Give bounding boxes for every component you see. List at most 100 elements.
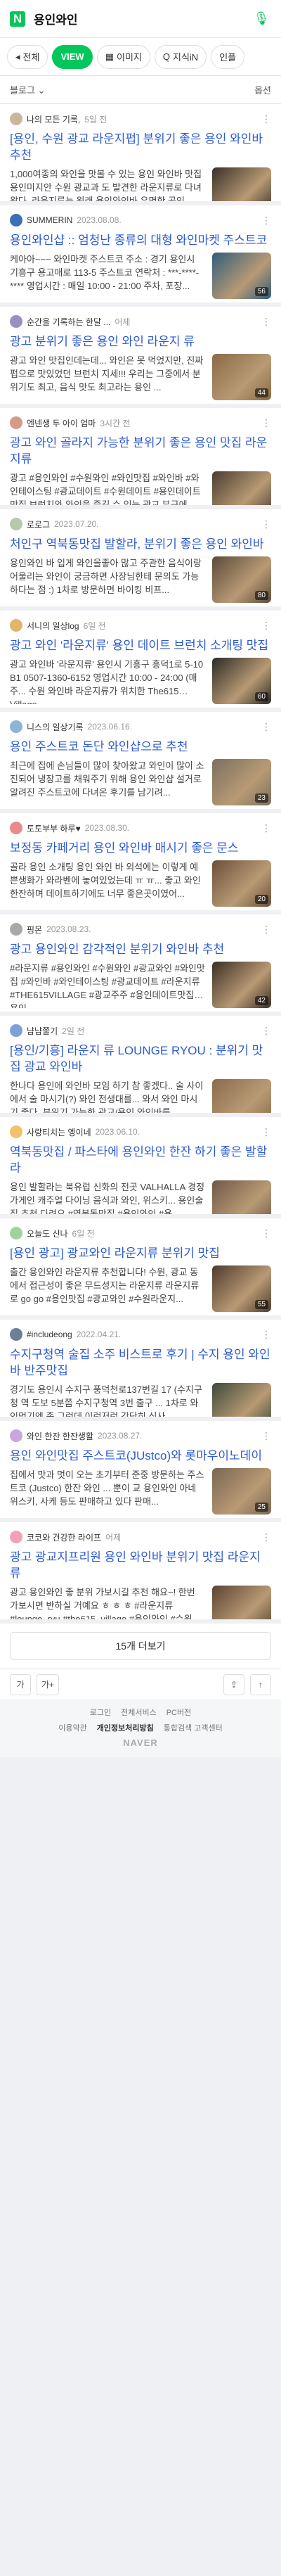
footer-pc-link[interactable]: PC버전: [166, 1707, 192, 1718]
more-options-icon[interactable]: ⋮: [261, 1025, 271, 1037]
post-snippet[interactable]: 광고 용인와인 좋 분위 가보시길 추천 해요~! 한번 가보시면 반하실 거예…: [10, 1586, 205, 1619]
avatar[interactable]: [10, 1227, 22, 1239]
post-title[interactable]: 광고 용인와인 감각적인 분위기 와인바 추천: [10, 941, 271, 957]
post-title[interactable]: [용인, 수원 광교 라운지펍] 분위기 좋은 용인 와인바 추천: [10, 131, 271, 163]
post-author[interactable]: 오늘도 신나: [27, 1228, 68, 1239]
more-options-icon[interactable]: ⋮: [261, 1430, 271, 1442]
post-snippet[interactable]: 광고 #용인와인 #수원와인 #와인맛집 #와인바 #와인테이스팅 #광교데이트…: [10, 471, 205, 505]
post-thumbnail[interactable]: 23: [212, 759, 271, 805]
avatar[interactable]: [10, 1024, 22, 1037]
more-options-icon[interactable]: ⋮: [261, 721, 271, 733]
more-options-icon[interactable]: ⋮: [261, 1126, 271, 1138]
avatar[interactable]: [10, 315, 22, 328]
post-title[interactable]: 광고 와인 골라지 가능한 분위기 좋은 용인 맛집 라운지류: [10, 435, 271, 467]
avatar[interactable]: [10, 822, 22, 834]
post-author[interactable]: 로로그: [27, 518, 50, 530]
post-thumbnail[interactable]: 25: [212, 1468, 271, 1515]
more-options-icon[interactable]: ⋮: [261, 1329, 271, 1341]
blog-filter-dropdown[interactable]: 블로그 ⌄: [10, 83, 45, 96]
scroll-top-icon[interactable]: ↑: [250, 1673, 271, 1695]
footer-services-link[interactable]: 전체서비스: [121, 1707, 157, 1718]
list-item[interactable]: 토토부부 하루♥ 2023.08.30. ⋮ 보정동 카페거리 용인 와인바 매…: [0, 813, 281, 914]
post-title[interactable]: 보정동 카페거리 용인 와인바 매시기 좋은 문스: [10, 840, 271, 856]
list-item[interactable]: SUMMERIN 2023.08.08. ⋮ 용인와인샵 :: 엄청난 종류의 …: [0, 205, 281, 307]
post-author[interactable]: 니스의 일상기록: [27, 721, 84, 733]
list-item[interactable]: 서니의 일상log 6일 전 ⋮ 광고 와인 '라운지류' 용인 데이트 브런치…: [0, 611, 281, 712]
post-snippet[interactable]: 광고 와인바 '라운지류' 용인시 기흥구 흥덕1로 5-10 B1 0507-…: [10, 658, 205, 704]
list-item[interactable]: 사랑티치는 엥이네 2023.06.10. ⋮ 역북동맛집 / 파스타에 용인와…: [0, 1117, 281, 1218]
naver-logo[interactable]: N: [10, 11, 25, 27]
avatar[interactable]: [10, 923, 22, 936]
post-thumbnail[interactable]: 55: [212, 1180, 271, 1214]
list-item[interactable]: 로로그 2023.07.20. ⋮ 처인구 역북동맛집 발할라, 분위기 좋은 …: [0, 509, 281, 611]
post-title[interactable]: 광고 와인 '라운지류' 용인 데이트 브런치 소개팅 맛집: [10, 637, 271, 653]
tab-kin[interactable]: Q 지식iN: [154, 44, 207, 69]
post-snippet[interactable]: 경기도 용인시 수지구 풍덕천로137번길 17 (수지구청 역 도보 5분쯤 …: [10, 1383, 205, 1417]
avatar[interactable]: [10, 1328, 22, 1341]
font-size-small-button[interactable]: 가: [10, 1673, 31, 1695]
post-thumbnail[interactable]: 80: [212, 556, 271, 603]
post-author[interactable]: 와인 한잔 한잔생활: [27, 1430, 93, 1442]
post-thumbnail[interactable]: 56: [212, 1586, 271, 1619]
voice-search-icon[interactable]: 🎙: [251, 9, 271, 29]
more-options-icon[interactable]: ⋮: [261, 417, 271, 429]
avatar[interactable]: [10, 720, 22, 733]
list-item[interactable]: 핑몬 2023.08.23. ⋮ 광고 용인와인 감각적인 분위기 와인바 추천…: [0, 914, 281, 1016]
post-author[interactable]: 냠냠쭐기: [27, 1025, 58, 1037]
post-author[interactable]: #includeong: [27, 1330, 72, 1339]
list-item[interactable]: 나의 모든 기록, 5일 전 ⋮ [용인, 수원 광교 라운지펍] 분위기 좋은…: [0, 104, 281, 205]
avatar[interactable]: [10, 214, 22, 227]
more-options-icon[interactable]: ⋮: [261, 518, 271, 530]
avatar[interactable]: [10, 1531, 22, 1543]
post-title[interactable]: 용인와인샵 :: 엄청난 종류의 대형 와인마켓 주스트코: [10, 232, 271, 248]
list-item[interactable]: 와인 한잔 한잔생활 2023.08.27. ⋮ 용인 와인맛집 주스트코(JU…: [0, 1421, 281, 1522]
post-thumbnail[interactable]: 42: [212, 962, 271, 1008]
tab-all[interactable]: ◂ 전체: [7, 44, 48, 69]
font-size-large-button[interactable]: 가+: [37, 1673, 60, 1695]
post-thumbnail[interactable]: 44: [212, 354, 271, 400]
post-author[interactable]: 나의 모든 기록,: [27, 113, 80, 125]
post-thumbnail[interactable]: 55: [212, 1265, 271, 1312]
list-item[interactable]: 냠냠쭐기 2일 전 ⋮ [용인/기흥] 라운지 류 LOUNGE RYOU : …: [0, 1016, 281, 1117]
post-title[interactable]: [용인 광고] 광교와인 라운지류 분위기 맛집: [10, 1245, 271, 1261]
post-snippet[interactable]: 용인 발할라는 북유럽 신화의 전곳 VALHALLA 경정 가게인 캐주얼 다…: [10, 1180, 205, 1214]
list-item[interactable]: 엔넨생 두 아이 엄마 3시간 전 ⋮ 광고 와인 골라지 가능한 분위기 좋은…: [0, 408, 281, 509]
list-item[interactable]: #includeong 2022.04.21. ⋮ 수지구청역 술집 소주 비스…: [0, 1320, 281, 1421]
more-options-icon[interactable]: ⋮: [261, 1531, 271, 1543]
load-more-button[interactable]: 15개 더보기: [10, 1632, 271, 1660]
footer-help-link[interactable]: 통합검색 고객센터: [164, 1722, 223, 1733]
more-options-icon[interactable]: ⋮: [261, 113, 271, 125]
post-title[interactable]: 용인 와인맛집 주스트코(JUstco)와 롯마우이노데이: [10, 1448, 271, 1464]
avatar[interactable]: [10, 416, 22, 429]
post-thumbnail[interactable]: 56: [212, 167, 271, 201]
post-snippet[interactable]: 골라 용인 소개팅 용인 와인 바 외석에는 이렇게 예쁜생화가 와라벤에 놓여…: [10, 860, 205, 907]
avatar[interactable]: [10, 1126, 22, 1138]
post-title[interactable]: 수지구청역 술집 소주 비스트로 후기 | 수지 용인 와인바 반주맛집: [10, 1346, 271, 1379]
post-author[interactable]: 핑몬: [27, 924, 42, 936]
avatar[interactable]: [10, 518, 22, 530]
search-query[interactable]: 용인와인: [34, 10, 251, 27]
post-snippet[interactable]: #라운지류 #용인와인 #수원와인 #광교와인 #와인맛집 #와인바 #와인테이…: [10, 962, 205, 1008]
avatar[interactable]: [10, 113, 22, 125]
post-thumbnail[interactable]: 60: [212, 658, 271, 704]
post-title[interactable]: 역북동맛집 / 파스타에 용인와인 한잔 하기 좋은 발할라: [10, 1144, 271, 1176]
post-thumbnail[interactable]: 56: [212, 253, 271, 299]
post-snippet[interactable]: 최근에 집에 손님들이 많이 찾아왔고 와인이 많이 소진되어 냉장고를 채워주…: [10, 759, 205, 805]
post-thumbnail[interactable]: 20: [212, 860, 271, 907]
post-title[interactable]: [용인/기흥] 라운지 류 LOUNGE RYOU : 분위기 맛집 광교 와인…: [10, 1042, 271, 1075]
post-author[interactable]: 서니의 일상log: [27, 620, 79, 632]
footer-terms-link[interactable]: 이용약관: [58, 1722, 86, 1733]
footer-privacy-link[interactable]: 개인정보처리방침: [97, 1722, 154, 1733]
post-title[interactable]: 용인 주스트코 돈단 와인샵으로 추천: [10, 739, 271, 755]
more-options-icon[interactable]: ⋮: [261, 822, 271, 834]
avatar[interactable]: [10, 1429, 22, 1442]
options-button[interactable]: 옵션: [254, 83, 271, 96]
more-options-icon[interactable]: ⋮: [261, 924, 271, 936]
post-author[interactable]: SUMMERIN: [27, 215, 72, 225]
list-item[interactable]: 오늘도 신나 6일 전 ⋮ [용인 광고] 광교와인 라운지류 분위기 맛집 출…: [0, 1218, 281, 1320]
post-snippet[interactable]: 케아아~~~ 와인마켓 주스트코 주소 : 경기 용인시 기흥구 용고매로 11…: [10, 253, 205, 299]
post-author[interactable]: 토토부부 하루♥: [27, 822, 81, 834]
post-snippet[interactable]: 집에서 맛과 멋이 오는 초기부터 준중 방문하는 주스트코 (Justco) …: [10, 1468, 205, 1515]
post-title[interactable]: 광고 광교지프리원 용인 와인바 분위기 맛집 라운지 류: [10, 1549, 271, 1581]
more-options-icon[interactable]: ⋮: [261, 316, 271, 328]
